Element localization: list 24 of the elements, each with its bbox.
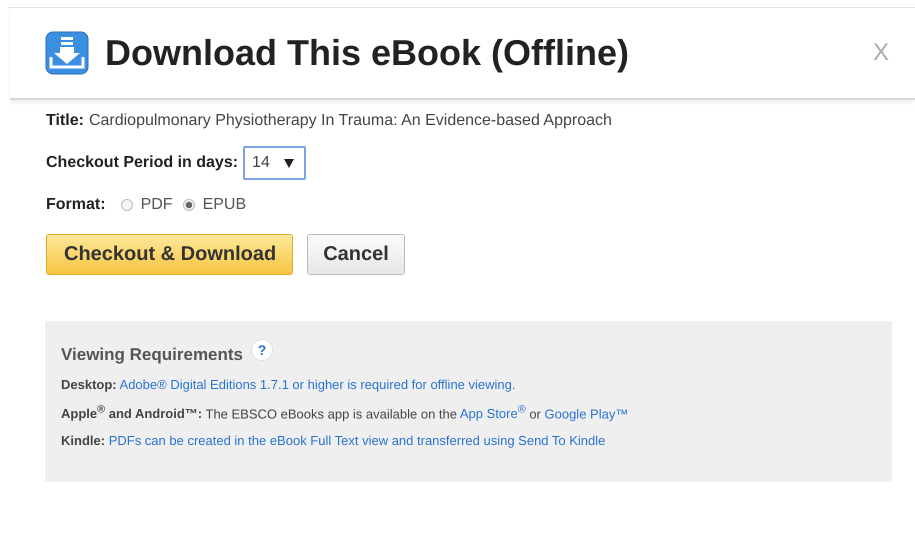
link[interactable]: App Store$^{®}$ xyxy=(460,406,526,422)
requirement-text: Apple$^{®}$ and Android™: The EBSCO eBooks app is available on the App Store$^{®}$ or Google Play™ xyxy=(61,404,630,422)
book-title: Cardiopulmonary Physiotherapy In Trauma: An Evidence-based Approach xyxy=(88,112,612,130)
radio-button[interactable] xyxy=(182,199,195,211)
link[interactable]: Adobe® Digital Editions 1.7.1 or higher is required for offline viewing. xyxy=(120,377,516,392)
requirement-text: Desktop: Adobe® Digital Editions 1.7.1 or higher is required for offline viewing. xyxy=(61,377,516,392)
period-dropdown[interactable]: 14 xyxy=(243,146,306,180)
cancel-button[interactable]: Cancel xyxy=(307,234,405,275)
download-icon xyxy=(45,31,89,75)
caret-icon xyxy=(284,158,294,168)
close-button[interactable]: X xyxy=(872,39,889,67)
checkout-button[interactable]: Checkout & Download xyxy=(46,234,294,275)
link[interactable]: Google Play™ xyxy=(544,406,628,422)
field-label: Title: xyxy=(46,112,84,130)
field-label: Checkout Period in days: xyxy=(46,154,238,172)
help-button[interactable]: ? xyxy=(251,339,274,361)
section-heading: Viewing Requirements xyxy=(61,345,244,365)
requirement-text: Kindle: PDFs can be created in the eBook Full Text view and transferred using Send To Kindle xyxy=(61,433,606,448)
dialog-title: Download This eBook (Offline) xyxy=(105,32,630,74)
radio-label: EPUB xyxy=(202,196,246,214)
link[interactable]: PDFs can be created in the eBook Full Text view and transferred using Send To Kindle xyxy=(108,433,606,448)
radio-label: PDF xyxy=(140,196,173,214)
radio-button[interactable] xyxy=(120,199,133,211)
field-label: Format: xyxy=(46,196,106,214)
